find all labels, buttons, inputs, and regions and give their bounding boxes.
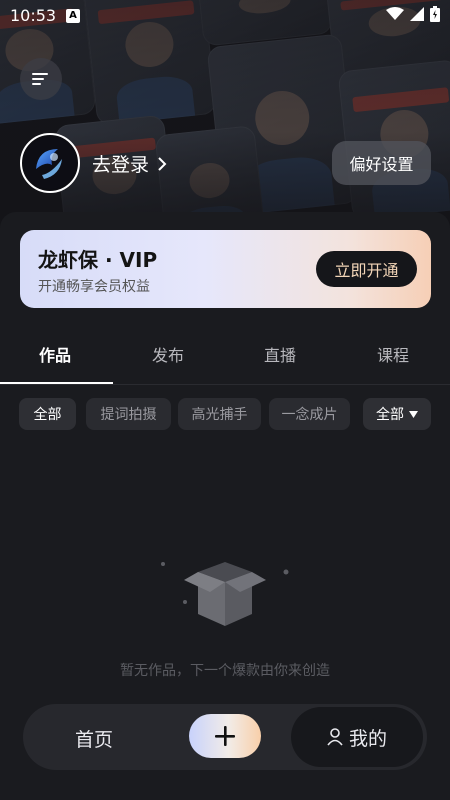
status-bar: 10:53 A [0,0,450,32]
signal-icon [410,7,424,21]
nav-mine-label: 我的 [348,727,387,750]
wifi-icon [386,7,404,20]
person-icon [327,728,343,746]
tab-divider [0,384,450,385]
avatar[interactable] [20,133,80,193]
empty-state: 暂无作品，下一个爆款由你来创造 [0,550,450,690]
login-link[interactable]: 去登录 [92,150,167,177]
hero-background [0,0,450,240]
tab-works[interactable]: 作品 [39,342,71,366]
filter-chip-teleprompter[interactable]: 提词拍摄 [86,398,171,430]
tab-live[interactable]: 直播 [264,342,296,366]
bottom-nav: 首页 我的 [23,704,427,770]
nav-home[interactable]: 首页 [75,725,113,752]
login-label: 去登录 [92,154,150,176]
filter-chips: 全部 提词拍摄 高光捕手 一念成片 全部 [19,398,431,430]
empty-box-icon [161,562,289,626]
sort-label: 全部 [376,407,404,423]
app-logo-icon [24,137,76,189]
vip-activate-button[interactable]: 立即开通 [316,251,417,287]
battery-icon [430,6,440,22]
preferences-button[interactable]: 偏好设置 [332,141,431,185]
notification-icon: A [66,9,80,23]
vip-card[interactable]: 龙虾保 · VIP 开通畅享会员权益 立即开通 [20,230,431,308]
chevron-right-icon [158,156,167,171]
tab-publish[interactable]: 发布 [152,342,184,366]
status-time: 10:53 [10,6,57,25]
tab-courses[interactable]: 课程 [377,342,409,366]
filter-chip-highlight[interactable]: 高光捕手 [178,398,261,430]
status-icons [386,6,440,22]
empty-message: 暂无作品，下一个爆款由你来创造 [120,663,330,679]
hamburger-menu-icon [32,73,48,85]
plus-icon [215,726,235,746]
content-tabs: 作品 发布 直播 课程 [0,330,450,385]
filter-chip-all[interactable]: 全部 [19,398,76,430]
create-button[interactable] [189,714,261,758]
caret-down-icon [409,410,418,418]
filter-chip-one-shot[interactable]: 一念成片 [269,398,350,430]
vip-title: 龙虾保 · VIP [38,248,158,272]
sort-dropdown[interactable]: 全部 [363,398,431,430]
vip-subtitle: 开通畅享会员权益 [38,279,150,295]
nav-mine[interactable]: 我的 [291,707,423,767]
menu-button[interactable] [20,58,62,100]
